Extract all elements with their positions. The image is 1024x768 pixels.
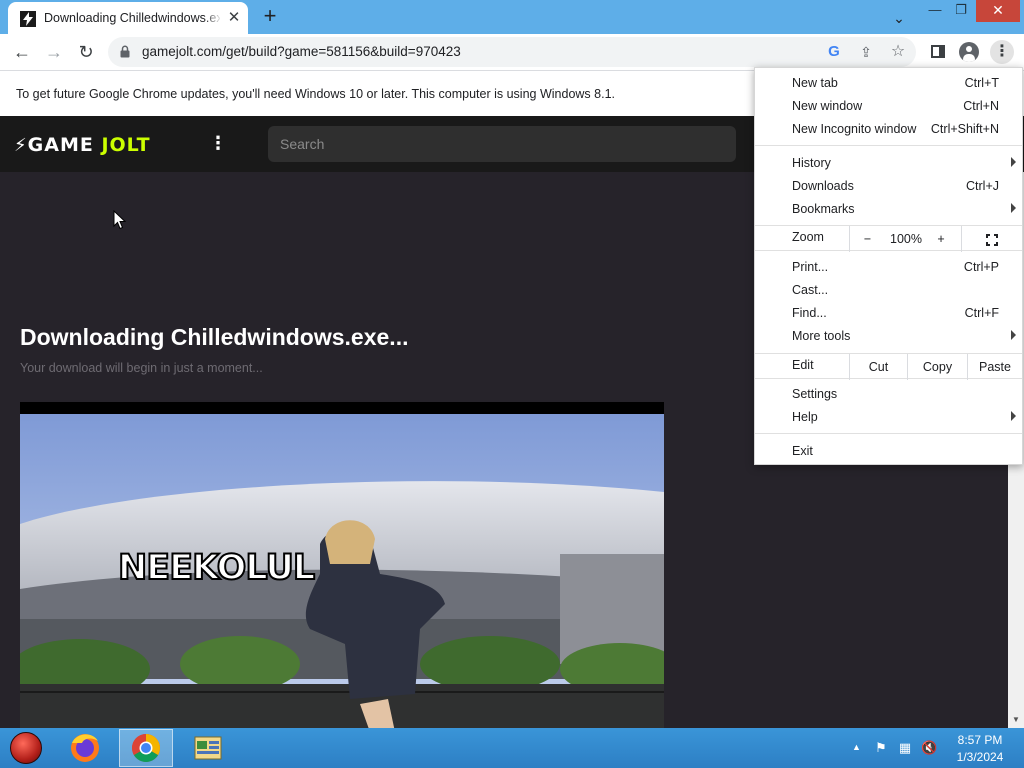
- menu-item-shortcut: Ctrl+T: [964, 76, 999, 90]
- tab-title-fade: [204, 8, 222, 28]
- video-frame-image: [20, 414, 664, 728]
- fullscreen-icon[interactable]: [961, 226, 1022, 252]
- google-lens-icon[interactable]: G: [824, 42, 844, 62]
- gamejolt-logo[interactable]: ⚡GAME JOLT: [14, 134, 151, 156]
- logo-bolt-icon: ⚡: [14, 135, 28, 156]
- file-explorer-taskbar-icon[interactable]: [181, 729, 235, 767]
- volume-muted-icon[interactable]: 🔇: [921, 740, 937, 756]
- menu-item-shortcut: Ctrl+J: [966, 179, 999, 193]
- submenu-arrow-icon: [1011, 330, 1016, 340]
- scroll-down-arrow-icon[interactable]: ▼: [1008, 714, 1024, 726]
- video-ad[interactable]: NEEKOLUL: [20, 402, 664, 728]
- url-text[interactable]: gamejolt.com/get/build?game=581156&build…: [142, 44, 461, 59]
- menu-item-print[interactable]: Print... Ctrl+P: [755, 256, 1022, 279]
- menu-item-shortcut: Ctrl+N: [963, 99, 999, 113]
- clock-date[interactable]: 1/3/2024: [940, 750, 1020, 764]
- zoom-level: 100%: [890, 232, 922, 246]
- menu-item-label: New tab: [792, 76, 838, 90]
- edit-label: Edit: [792, 358, 814, 372]
- new-tab-button[interactable]: +: [258, 4, 282, 28]
- menu-item-label: Print...: [792, 260, 829, 274]
- edit-row: Edit Cut Copy Paste: [755, 353, 1022, 380]
- submenu-arrow-icon: [1011, 203, 1016, 213]
- menu-item-label: Downloads: [792, 179, 854, 193]
- clock-time[interactable]: 8:57 PM: [940, 733, 1020, 747]
- browser-titlebar: Downloading Chilledwindows.exe... ✕ + ⌄ …: [0, 0, 1024, 34]
- action-center-flag-icon[interactable]: ⚑: [873, 740, 889, 756]
- menu-item-new-incognito-window[interactable]: New Incognito window Ctrl+Shift+N: [755, 118, 1022, 141]
- chrome-taskbar-icon[interactable]: [119, 729, 173, 767]
- back-arrow-icon[interactable]: ←: [10, 40, 34, 64]
- game-jolt-favicon-icon: [20, 11, 36, 27]
- address-bar[interactable]: gamejolt.com/get/build?game=581156&build…: [108, 37, 916, 67]
- menu-divider: [755, 433, 1022, 434]
- menu-item-label: Exit: [792, 444, 813, 458]
- zoom-row: Zoom − 100% +: [755, 225, 1022, 252]
- menu-item-label: History: [792, 156, 831, 170]
- chrome-main-menu: New tab Ctrl+T New window Ctrl+N New Inc…: [754, 67, 1023, 465]
- menu-item-label: New Incognito window: [792, 122, 917, 136]
- site-search-input[interactable]: [268, 126, 736, 162]
- browser-toolbar: ← → ↻ gamejolt.com/get/build?game=581156…: [0, 34, 1024, 70]
- menu-item-settings[interactable]: Settings: [755, 383, 1022, 406]
- infobar-message: To get future Google Chrome updates, you…: [16, 87, 615, 101]
- video-caption-text: NEEKOLUL: [117, 547, 316, 589]
- download-title: Downloading Chilledwindows.exe...: [20, 324, 409, 350]
- zoom-out-button[interactable]: −: [849, 226, 885, 252]
- paste-button[interactable]: Paste: [967, 354, 1022, 380]
- forward-arrow-icon[interactable]: →: [42, 40, 66, 64]
- copy-button[interactable]: Copy: [907, 354, 967, 380]
- mouse-cursor-icon: [113, 210, 127, 230]
- logo-word-jolt: JOLT: [101, 134, 151, 156]
- menu-item-label: Bookmarks: [792, 202, 855, 216]
- lock-icon: [120, 45, 130, 58]
- logo-word-game: GAME: [27, 134, 94, 156]
- profile-avatar-icon[interactable]: [957, 40, 981, 64]
- menu-item-label: Find...: [792, 306, 827, 320]
- menu-item-more-tools[interactable]: More tools: [755, 325, 1022, 348]
- window-restore-button[interactable]: ❐: [946, 0, 976, 22]
- menu-item-label: New window: [792, 99, 863, 113]
- tab-close-icon[interactable]: ✕: [226, 10, 242, 26]
- menu-item-shortcut: Ctrl+P: [963, 260, 999, 274]
- menu-item-exit[interactable]: Exit: [755, 440, 1022, 463]
- window-close-button[interactable]: ✕: [976, 0, 1020, 22]
- menu-item-help[interactable]: Help: [755, 406, 1022, 429]
- tab-title: Downloading Chilledwindows.exe...: [44, 11, 220, 25]
- side-panel-icon[interactable]: [926, 40, 950, 64]
- menu-item-find[interactable]: Find... Ctrl+F: [755, 302, 1022, 325]
- download-subtitle: Your download will begin in just a momen…: [20, 361, 263, 375]
- menu-item-downloads[interactable]: Downloads Ctrl+J: [755, 175, 1022, 198]
- bookmark-star-icon[interactable]: ☆: [888, 42, 908, 62]
- zoom-in-button[interactable]: +: [927, 226, 955, 252]
- firefox-taskbar-icon[interactable]: [58, 729, 112, 767]
- menu-item-label: Cast...: [792, 283, 829, 297]
- menu-item-cast[interactable]: Cast...: [755, 279, 1022, 302]
- active-tab[interactable]: Downloading Chilledwindows.exe... ✕: [8, 2, 248, 34]
- menu-item-label: Help: [792, 410, 818, 424]
- share-icon[interactable]: ⇪: [856, 42, 876, 62]
- menu-item-bookmarks[interactable]: Bookmarks: [755, 198, 1022, 221]
- chrome-menu-button[interactable]: ⋮: [990, 40, 1014, 64]
- menu-item-new-window[interactable]: New window Ctrl+N: [755, 95, 1022, 118]
- submenu-arrow-icon: [1011, 411, 1016, 421]
- start-orb-icon[interactable]: [6, 731, 46, 765]
- network-icon[interactable]: ▦: [897, 740, 913, 756]
- show-hidden-icons-icon[interactable]: ▲: [852, 742, 862, 752]
- menu-item-history[interactable]: History: [755, 152, 1022, 175]
- windows-taskbar: ▲ ⚑ ▦ 🔇 8:57 PM 1/3/2024: [0, 728, 1024, 768]
- more-options-icon[interactable]: ⋮: [208, 130, 228, 156]
- menu-item-shortcut: Ctrl+F: [964, 306, 999, 320]
- menu-item-new-tab[interactable]: New tab Ctrl+T: [755, 72, 1022, 95]
- reload-icon[interactable]: ↻: [74, 40, 98, 64]
- menu-divider: [755, 145, 1022, 146]
- menu-item-label: More tools: [792, 329, 851, 343]
- tab-search-chevron-icon[interactable]: ⌄: [889, 8, 909, 28]
- menu-item-label: Settings: [792, 387, 838, 401]
- menu-item-shortcut: Ctrl+Shift+N: [930, 122, 999, 136]
- submenu-arrow-icon: [1011, 157, 1016, 167]
- cut-button[interactable]: Cut: [849, 354, 907, 380]
- zoom-label: Zoom: [792, 230, 824, 244]
